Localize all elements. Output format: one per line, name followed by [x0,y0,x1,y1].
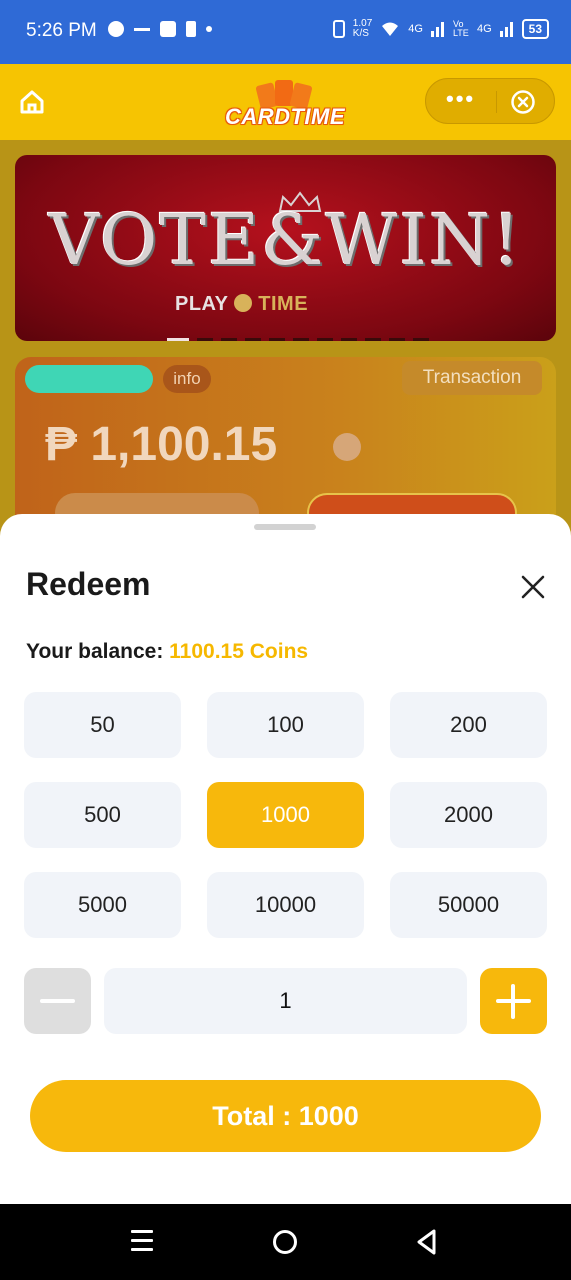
increase-button[interactable] [480,968,547,1034]
notification-icons [108,21,212,37]
amount-option[interactable]: 5000 [24,872,181,938]
amount-option[interactable]: 50 [24,692,181,758]
more-dots-icon[interactable]: ••• [446,88,475,110]
wallet-card: info Transaction ₱ 1,100.15 [15,357,556,517]
amount-option[interactable]: 100 [207,692,364,758]
speed-unit: K/S [352,28,369,39]
close-icon[interactable] [518,572,548,602]
signal-icon [430,22,444,37]
page-dot-active [167,338,189,341]
decrease-button[interactable] [24,968,91,1034]
redacted-username [25,365,153,393]
home-icon[interactable] [18,88,46,116]
quantity-stepper [24,968,547,1036]
page-dot [317,338,333,341]
signal-icon-2 [499,22,513,37]
transaction-button[interactable]: Transaction [402,361,542,395]
sponsor-time: TIME [258,293,309,315]
page-dot [245,338,261,341]
more-notifications-icon [206,26,212,32]
banner-headline: VOTE&WIN! [48,199,523,281]
amount-option[interactable]: 500 [24,782,181,848]
home-nav-icon[interactable] [273,1230,297,1254]
volte-label: Vo LTE [452,19,469,38]
mini-program-capsule: ••• [425,78,555,124]
balance-label: Your balance: [26,640,164,663]
wifi-icon [382,22,399,36]
banner-pagination [167,338,429,341]
page-dot [197,338,213,341]
system-nav-bar [0,1204,571,1280]
page-dot [413,338,429,341]
amount-option-selected[interactable]: 1000 [207,782,364,848]
app-notification-icon [160,21,176,37]
page-dot [341,338,357,341]
messenger-icon [108,21,124,37]
amount-option[interactable]: 200 [390,692,547,758]
close-circle-icon[interactable] [510,89,536,115]
page-dot [389,338,405,341]
network-type-2: 4G [476,23,492,35]
balance-line: Your balance: 1100.15 Coins [26,640,308,664]
redeem-sheet: Redeem Your balance: 1100.15 Coins 50 10… [0,514,571,1204]
amount-option[interactable]: 50000 [390,872,547,938]
network-type-1: 4G [408,23,423,35]
wallet-amount: ₱ 1,100.15 [45,418,278,471]
page-dot [221,338,237,341]
balance-value: 1100.15 Coins [169,640,309,663]
amount-option[interactable]: 2000 [390,782,547,848]
refresh-icon[interactable] [333,433,361,461]
capsule-divider [496,91,497,113]
quantity-input[interactable] [104,968,467,1034]
amount-option[interactable]: 10000 [207,872,364,938]
total-button[interactable]: Total : 1000 [30,1080,541,1152]
cardtime-logo: CARDTIME [210,76,360,132]
battery-icon: 53 [521,19,549,39]
page-dot [293,338,309,341]
page-dot [269,338,285,341]
sheet-title: Redeem [26,566,151,602]
dash-icon [134,27,150,31]
info-button[interactable]: info [163,365,211,393]
amount-options: 50 100 200 500 1000 2000 5000 10000 5000… [24,692,547,938]
sheet-drag-handle[interactable] [254,524,316,530]
recent-apps-icon[interactable] [131,1230,155,1252]
sponsor-coin-icon [234,294,253,312]
back-icon[interactable] [414,1228,440,1256]
vibrate-icon [332,20,345,38]
network-speed: 1.07 K/S [353,19,372,39]
vote-win-banner[interactable]: VOTE&WIN! PLAY TIME [15,155,556,341]
logo-text: CARDTIME [224,104,346,129]
banner-sponsor: PLAY TIME [175,293,308,316]
status-time: 5:26 PM [26,20,97,41]
page-dot [365,338,381,341]
download-icon [186,21,196,37]
sponsor-play: PLAY [175,293,229,315]
status-bar: 5:26 PM 1.07 K/S 4G Vo LTE 4G 53 [0,0,571,64]
system-icons: 1.07 K/S 4G Vo LTE 4G 53 [332,19,549,39]
